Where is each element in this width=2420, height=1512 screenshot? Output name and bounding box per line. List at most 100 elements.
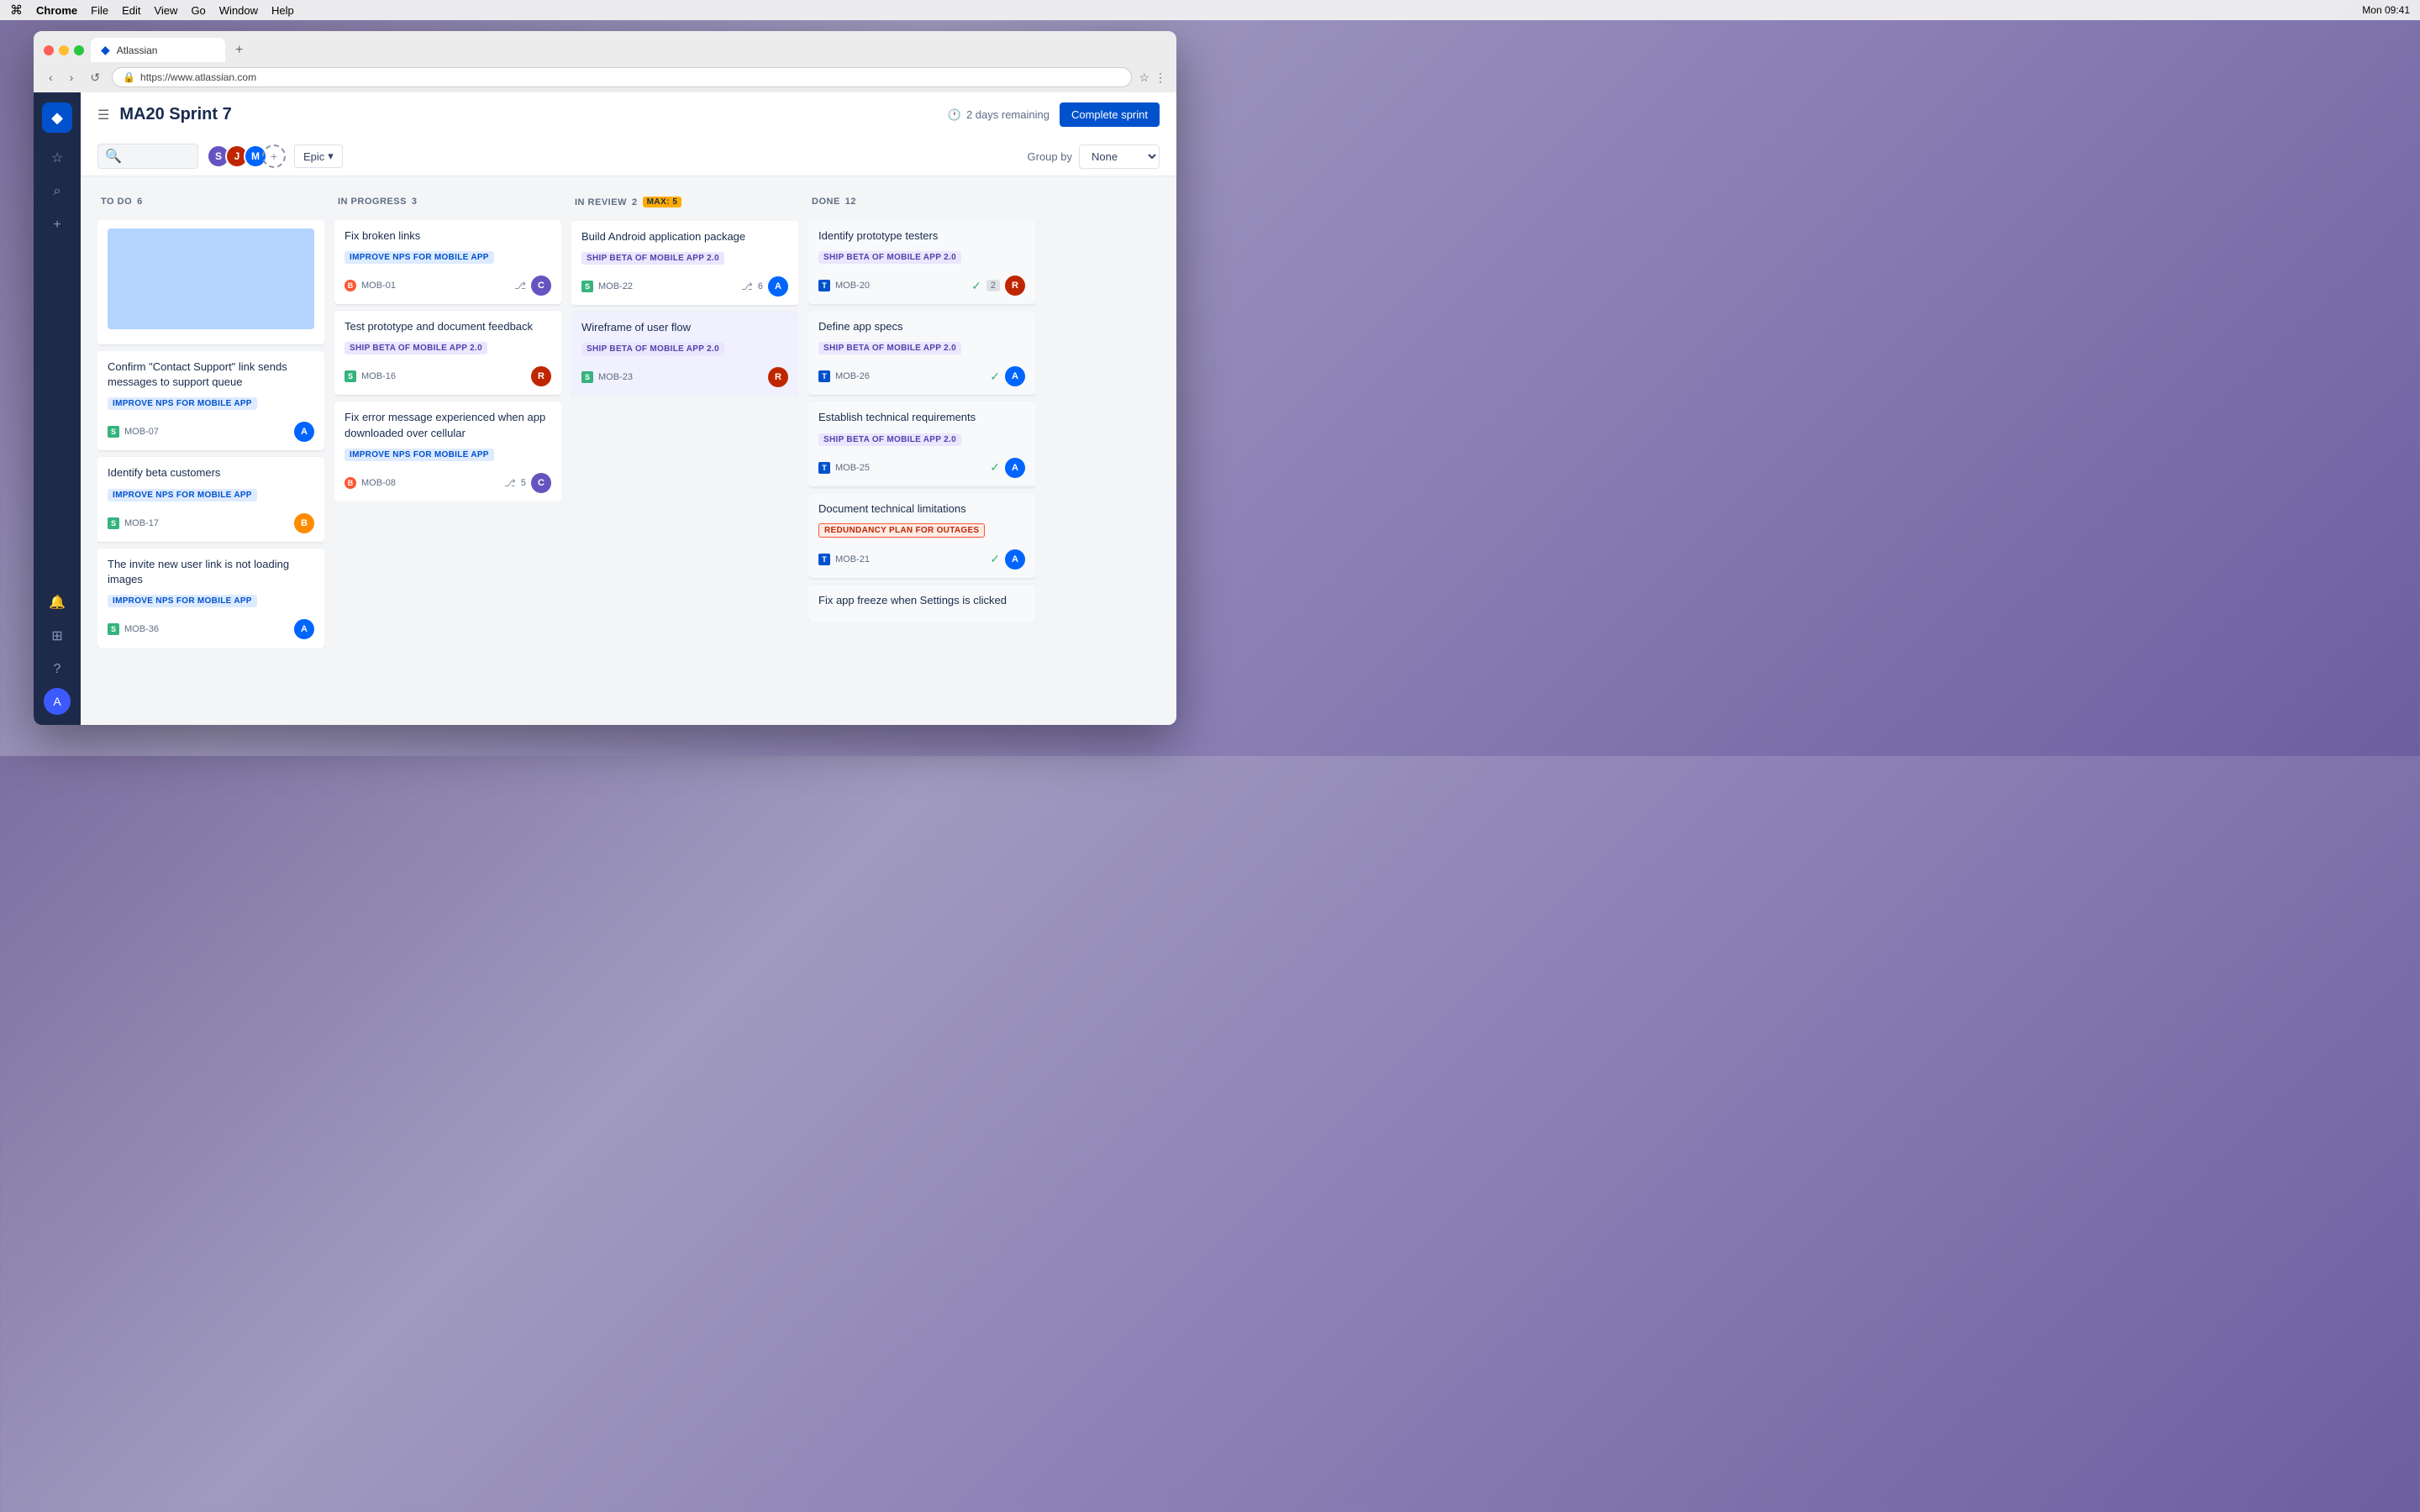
card-id-row-mob-20: T MOB-20 [818,280,870,291]
board-title: MA20 Sprint 7 [119,105,231,124]
epic-tag-mob-07: IMPROVE NPS FOR MOBILE APP [108,397,257,410]
card-footer-mob-01: B MOB-01 ⎇ C [345,276,551,296]
column-title-todo: TO DO [101,197,132,207]
column-count-in-review: 2 [632,197,638,207]
add-user-button[interactable]: + [262,144,286,168]
menu-view[interactable]: View [154,4,177,17]
card-id-mob-22: MOB-22 [598,281,633,291]
column-header-done: DONE 12 [808,190,1035,213]
card-id-row-mob-25: T MOB-25 [818,462,870,474]
board-columns: TO DO 6 Confirm "Contact Support" link s… [81,176,1176,725]
column-count-in-progress: 3 [412,197,418,207]
card-mob-36[interactable]: The invite new user link is not loading … [97,549,324,648]
more-options-icon[interactable]: ⋮ [1155,71,1166,85]
epic-tag-mob-21: REDUNDANCY PLAN FOR OUTAGES [818,523,985,538]
ticket-icon-mob-16: S [345,370,356,382]
ticket-icon-mob-25: T [818,462,830,474]
logo-icon: ◆ [51,109,63,127]
menu-window[interactable]: Window [219,4,258,17]
column-header-in-review: IN REVIEW 2 MAX: 5 [571,190,798,214]
epic-filter-button[interactable]: Epic ▾ [294,144,343,168]
sidebar-item-help[interactable]: ? [42,654,72,685]
card-id-row-mob-17: S MOB-17 [108,517,159,529]
card-id-row-mob-16: S MOB-16 [345,370,396,382]
menu-go[interactable]: Go [191,4,205,17]
tab-bar: ◆ Atlassian + [34,31,1176,62]
ticket-icon-mob-07: S [108,426,119,438]
hamburger-menu[interactable]: ☰ [97,107,109,123]
card-placeholder[interactable] [97,220,324,344]
column-header-in-progress: IN PROGRESS 3 [334,190,561,213]
ticket-icon-mob-36: S [108,623,119,635]
epic-tag-mob-08: IMPROVE NPS FOR MOBILE APP [345,449,494,461]
menu-file[interactable]: File [91,4,108,17]
card-mob-16[interactable]: Test prototype and document feedback SHI… [334,311,561,395]
forward-button[interactable]: › [65,69,79,86]
card-title-mob-07: Confirm "Contact Support" link sends mes… [108,360,314,390]
card-id-row-mob-07: S MOB-07 [108,426,159,438]
board-title-row: ☰ MA20 Sprint 7 🕐 2 days remaining Compl… [97,102,1160,127]
card-mob-01[interactable]: Fix broken links IMPROVE NPS FOR MOBILE … [334,220,561,304]
url-bar[interactable]: 🔒 https://www.atlassian.com [112,67,1132,87]
card-footer-mob-08: B MOB-08 ⎇ 5 C [345,473,551,493]
sidebar-user-avatar[interactable]: A [44,688,71,715]
card-id-row-mob-26: T MOB-26 [818,370,870,382]
card-footer-mob-22: S MOB-22 ⎇ 6 A [581,276,788,297]
sidebar-item-apps[interactable]: ⊞ [42,621,72,651]
card-footer-mob-17: S MOB-17 B [108,513,314,533]
column-count-todo: 6 [137,197,143,207]
card-fix-app-freeze[interactable]: Fix app freeze when Settings is clicked [808,585,1035,622]
group-by-select[interactable]: None Assignee Epic [1079,144,1160,169]
card-avatar-mob-21: A [1005,549,1025,570]
app-name: Chrome [36,4,77,17]
fullscreen-button[interactable] [74,45,84,55]
address-actions: ☆ ⋮ [1139,71,1166,85]
card-footer-mob-26: T MOB-26 ✓ A [818,366,1025,386]
ticket-icon-mob-26: T [818,370,830,382]
minimize-button[interactable] [59,45,69,55]
back-button[interactable]: ‹ [44,69,58,86]
in-progress-cards: Fix broken links IMPROVE NPS FOR MOBILE … [334,220,561,501]
epic-tag-mob-16: SHIP BETA OF MOBILE APP 2.0 [345,342,487,354]
sidebar-item-create[interactable]: + [42,210,72,240]
sidebar-logo[interactable]: ◆ [42,102,72,133]
browser-tab[interactable]: ◆ Atlassian [91,38,225,62]
epic-tag-mob-25: SHIP BETA OF MOBILE APP 2.0 [818,433,961,446]
card-footer-mob-20: T MOB-20 ✓ 2 R [818,276,1025,296]
card-mob-17[interactable]: Identify beta customers IMPROVE NPS FOR … [97,457,324,541]
complete-sprint-button[interactable]: Complete sprint [1060,102,1160,127]
card-id-mob-21: MOB-21 [835,554,870,564]
sidebar-item-notifications[interactable]: 🔔 [42,587,72,617]
url-text: https://www.atlassian.com [140,71,256,83]
card-title-fix-app-freeze: Fix app freeze when Settings is clicked [818,593,1025,608]
check-icon-mob-21: ✓ [990,552,1000,566]
bookmark-icon[interactable]: ☆ [1139,71,1150,85]
menu-edit[interactable]: Edit [122,4,140,17]
search-box[interactable]: 🔍 [97,144,198,169]
sidebar-item-search[interactable]: ⌕ [42,176,72,207]
card-right-meta-mob-25: ✓ A [990,458,1025,478]
card-footer-mob-07: S MOB-07 A [108,422,314,442]
card-mob-26[interactable]: Define app specs SHIP BETA OF MOBILE APP… [808,311,1035,395]
filter-right: Group by None Assignee Epic [1028,144,1160,169]
menu-help[interactable]: Help [271,4,294,17]
new-tab-button[interactable]: + [232,39,246,61]
reload-button[interactable]: ↺ [85,69,105,87]
card-mob-08[interactable]: Fix error message experienced when app d… [334,402,561,501]
card-mob-21[interactable]: Document technical limitations REDUNDANC… [808,493,1035,578]
check-icon-mob-20: ✓ [971,279,981,293]
card-mob-22[interactable]: Build Android application package SHIP B… [571,221,798,305]
sidebar-item-starred[interactable]: ☆ [42,143,72,173]
card-id-row-mob-36: S MOB-36 [108,623,159,635]
card-mob-23[interactable]: Wireframe of user flow SHIP BETA OF MOBI… [571,312,798,396]
card-mob-20[interactable]: Identify prototype testers SHIP BETA OF … [808,220,1035,304]
card-right-meta-mob-22: ⎇ 6 A [741,276,788,297]
close-button[interactable] [44,45,54,55]
card-image [108,228,314,329]
card-title-mob-25: Establish technical requirements [818,410,1025,425]
card-mob-07[interactable]: Confirm "Contact Support" link sends mes… [97,351,324,450]
card-mob-25[interactable]: Establish technical requirements SHIP BE… [808,402,1035,486]
card-avatar-mob-26: A [1005,366,1025,386]
todo-cards: Confirm "Contact Support" link sends mes… [97,220,324,648]
address-bar: ‹ › ↺ 🔒 https://www.atlassian.com ☆ ⋮ [34,62,1176,92]
